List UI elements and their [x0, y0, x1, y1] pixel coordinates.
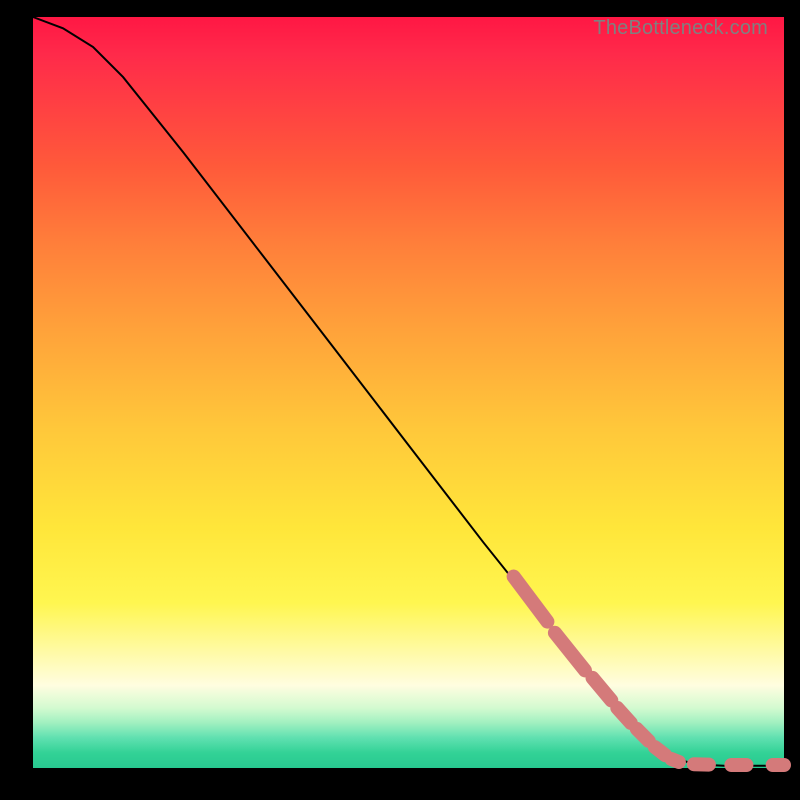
main-curve — [33, 17, 784, 766]
dash-segment — [671, 759, 679, 762]
plot-area: TheBottleneck.com — [33, 17, 784, 768]
chart-overlay — [33, 17, 784, 768]
dash-segment — [555, 633, 585, 671]
dash-segment — [637, 729, 649, 741]
chart-stage: TheBottleneck.com — [0, 0, 800, 800]
dash-segment — [593, 678, 612, 701]
dash-group — [514, 577, 784, 766]
dash-segment — [514, 577, 548, 622]
dash-segment — [655, 747, 666, 755]
dash-segment — [617, 708, 631, 723]
